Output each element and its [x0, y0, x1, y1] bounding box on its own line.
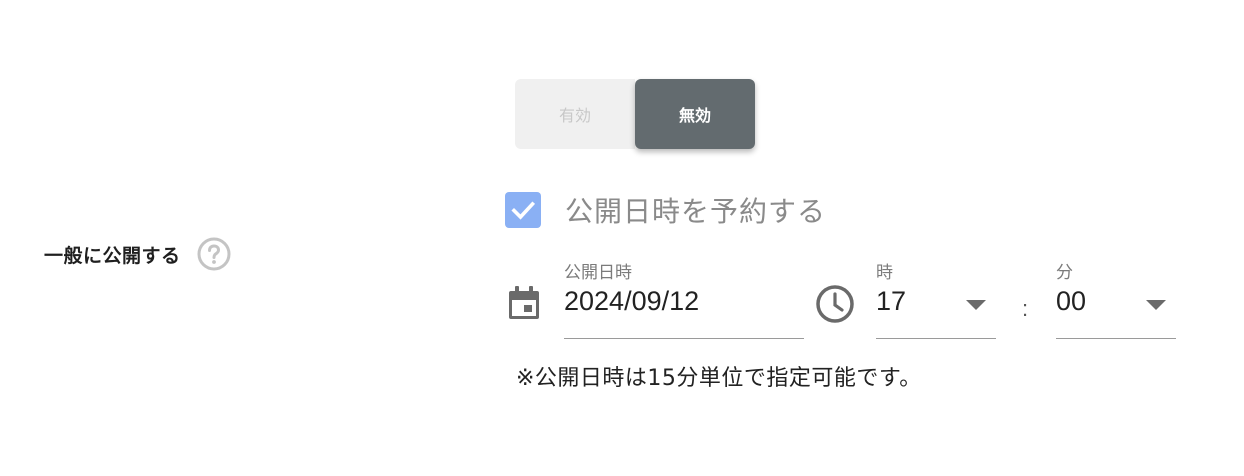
minute-chevron-down-icon[interactable] — [1146, 300, 1166, 310]
schedule-checkbox[interactable] — [505, 192, 541, 228]
toggle-enabled-button[interactable]: 有効 — [515, 79, 635, 149]
hour-select-label: 時 — [876, 263, 893, 283]
hour-chevron-down-icon[interactable] — [966, 300, 986, 310]
date-field[interactable]: 公開日時 2024/09/12 — [564, 258, 804, 339]
minute-select[interactable]: 分 00 — [1056, 258, 1176, 339]
help-icon[interactable] — [197, 237, 231, 271]
calendar-icon[interactable] — [505, 284, 543, 322]
clock-icon — [815, 284, 855, 324]
enable-toggle: 有効 無効 — [515, 79, 755, 149]
minute-value: 00 — [1056, 286, 1087, 316]
toggle-disabled-button[interactable]: 無効 — [635, 79, 755, 149]
date-field-label: 公開日時 — [564, 263, 632, 283]
hour-value: 17 — [876, 286, 907, 316]
hour-select[interactable]: 時 17 — [876, 258, 996, 339]
time-separator: : — [1022, 296, 1029, 321]
check-icon — [511, 201, 536, 220]
section-label: 一般に公開する — [44, 232, 231, 276]
minute-select-label: 分 — [1056, 263, 1073, 283]
schedule-checkbox-row[interactable]: 公開日時を予約する — [505, 190, 826, 230]
schedule-note: ※公開日時は15分単位で指定可能です。 — [516, 366, 922, 391]
schedule-checkbox-label: 公開日時を予約する — [565, 195, 827, 228]
date-input[interactable]: 2024/09/12 — [564, 286, 699, 317]
public-label: 一般に公開する — [44, 244, 181, 267]
